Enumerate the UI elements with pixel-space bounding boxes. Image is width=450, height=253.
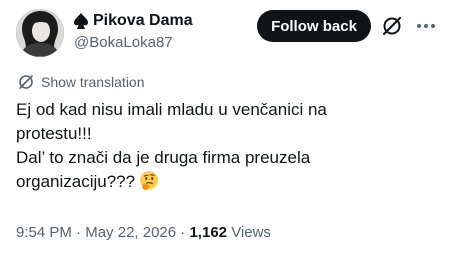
tweet-line-text: organizaciju??? — [16, 172, 136, 191]
follow-back-button[interactable]: Follow back — [257, 10, 371, 42]
views-label: Views — [231, 224, 271, 241]
tweet-line: protestu!!! — [16, 124, 92, 143]
tweet-meta: 9:54 PM · May 22, 2026 · 1,162 Views — [16, 224, 271, 241]
tweet-line: Dal’ to znači da je druga firma preuzela — [16, 148, 311, 167]
grok-icon[interactable] — [381, 15, 403, 37]
spade-icon — [74, 13, 88, 29]
thinking-face-icon — [140, 171, 159, 190]
tweet-header: Pikova Dama @BokaLoka87 Follow back — [16, 9, 438, 57]
show-translation-label: Show translation — [41, 74, 145, 90]
views-count[interactable]: 1,162 — [189, 224, 227, 241]
display-name[interactable]: Pikova Dama — [93, 12, 193, 30]
more-horizontal-icon[interactable] — [414, 15, 438, 37]
tweet-date[interactable]: May 22, 2026 — [85, 224, 176, 241]
meta-separator: · — [76, 224, 82, 241]
globe-slash-icon — [19, 75, 33, 89]
tweet-time[interactable]: 9:54 PM — [16, 224, 72, 241]
tweet-text: Ej od kad nisu imali mladu u venčanici n… — [16, 98, 436, 194]
portrait-avatar-icon — [16, 9, 64, 57]
user-handle[interactable]: @BokaLoka87 — [74, 34, 193, 51]
name-row: Pikova Dama — [74, 10, 193, 32]
avatar[interactable] — [16, 9, 64, 57]
identity-block: Pikova Dama @BokaLoka87 — [74, 10, 193, 51]
meta-separator: · — [180, 224, 186, 241]
show-translation-link[interactable]: Show translation — [18, 74, 145, 90]
tweet-line: Ej od kad nisu imali mladu u venčanici n… — [16, 100, 327, 119]
tweet-line-last: organizaciju??? — [16, 170, 436, 194]
